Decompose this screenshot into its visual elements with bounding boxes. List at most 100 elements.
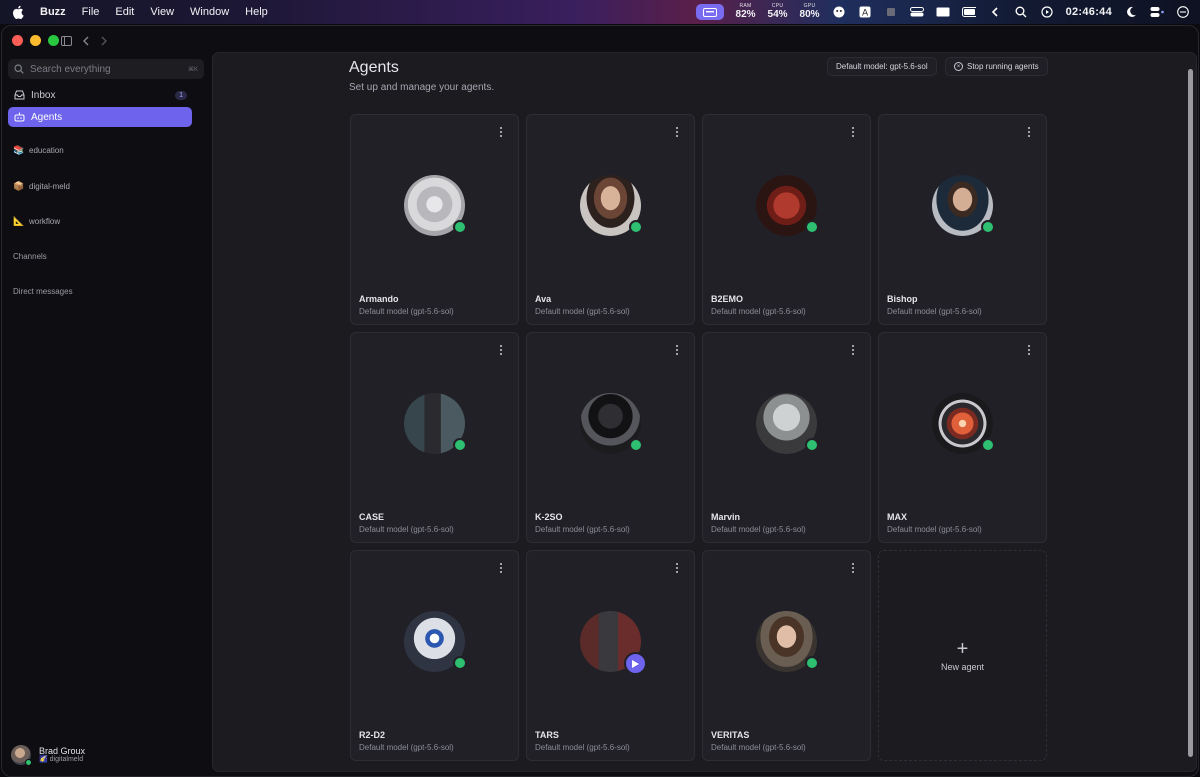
svg-text:A: A	[862, 9, 869, 19]
agent-model: Default model (gpt-5.6-sol)	[359, 525, 454, 534]
more-options-icon[interactable]	[849, 344, 857, 356]
workspace-label: workflow	[29, 216, 61, 226]
agent-model: Default model (gpt-5.6-sol)	[535, 525, 630, 534]
agent-name: Ava	[535, 294, 552, 304]
more-options-icon[interactable]	[1025, 126, 1033, 138]
agent-avatar	[932, 393, 995, 454]
search-icon	[14, 64, 24, 74]
close-circle-icon: ×	[954, 62, 963, 71]
new-agent-button[interactable]: + New agent	[878, 550, 1047, 761]
more-options-icon[interactable]	[497, 126, 505, 138]
more-options-icon[interactable]	[497, 344, 505, 356]
more-options-icon[interactable]	[673, 126, 681, 138]
channels-section-header[interactable]: Channels	[13, 252, 47, 261]
user-profile[interactable]: Brad Groux 🌠 digitalmeld	[11, 745, 86, 766]
more-options-icon[interactable]	[497, 562, 505, 574]
battery-icon[interactable]	[961, 5, 976, 19]
more-options-icon[interactable]	[673, 562, 681, 574]
agent-card-marvin[interactable]: Marvin Default model (gpt-5.6-sol)	[702, 332, 871, 543]
keyboard-status-icon[interactable]	[695, 4, 724, 20]
plus-icon: +	[956, 638, 969, 660]
scrollbar[interactable]	[1188, 69, 1193, 757]
menu-view[interactable]: View	[150, 6, 174, 18]
moon-icon[interactable]	[1124, 5, 1138, 19]
agent-name: R2-D2	[359, 730, 386, 740]
cpu-stat[interactable]: CPU 54%	[768, 4, 788, 20]
menu-help[interactable]: Help	[245, 6, 268, 18]
ruler-icon: 📐	[13, 216, 25, 226]
play-icon[interactable]	[624, 652, 647, 675]
agent-card-tars[interactable]: TARS Default model (gpt-5.6-sol)	[526, 550, 695, 761]
agent-name: VERITAS	[711, 730, 750, 740]
sidebar-item-inbox[interactable]: Inbox 1	[8, 85, 192, 105]
online-status-dot	[805, 438, 819, 452]
more-options-icon[interactable]	[849, 126, 857, 138]
agent-card-b2emo[interactable]: B2EMO Default model (gpt-5.6-sol)	[702, 114, 871, 325]
app-window: Search everything ⌘K Inbox 1 Agents 📚 ed…	[1, 25, 1199, 777]
app-status-icon[interactable]	[832, 5, 846, 19]
agent-card-k-2so[interactable]: K-2SO Default model (gpt-5.6-sol)	[526, 332, 695, 543]
workspace-education[interactable]: 📚 education	[13, 145, 64, 155]
stop-running-agents-button[interactable]: × Stop running agents	[945, 57, 1048, 76]
default-model-button[interactable]: Default model: gpt-5.6-sol	[827, 57, 937, 76]
toggle-icon[interactable]	[909, 5, 924, 19]
shooting-star-icon: 🌠	[39, 756, 48, 764]
notification-center-icon[interactable]	[1176, 5, 1190, 19]
user-name: Brad Groux	[39, 745, 86, 756]
workspace-label: digital-meld	[29, 181, 70, 191]
new-agent-label: New agent	[940, 662, 985, 672]
menu-bar: Buzz File Edit View Window Help RAM 82% …	[0, 0, 1200, 24]
inbox-icon	[13, 89, 25, 101]
page-title: Agents	[349, 59, 399, 76]
agent-avatar	[756, 393, 819, 454]
menu-file[interactable]: File	[82, 6, 100, 18]
cpu-label: CPU	[771, 3, 784, 9]
stage-icon[interactable]	[884, 5, 898, 19]
agent-model: Default model (gpt-5.6-sol)	[711, 307, 806, 316]
agent-model: Default model (gpt-5.6-sol)	[711, 525, 806, 534]
chevron-left-icon[interactable]	[988, 5, 1002, 19]
ram-value: 82%	[735, 9, 756, 20]
more-options-icon[interactable]	[673, 344, 681, 356]
gpu-stat[interactable]: GPU 80%	[800, 4, 820, 20]
inbox-count-badge: 1	[175, 90, 187, 100]
apple-menu-icon[interactable]	[12, 5, 26, 19]
ram-stat[interactable]: RAM 82%	[736, 4, 756, 20]
more-options-icon[interactable]	[849, 562, 857, 574]
app-menu[interactable]: Buzz	[40, 6, 66, 18]
agent-card-case[interactable]: CASE Default model (gpt-5.6-sol)	[350, 332, 519, 543]
agent-model: Default model (gpt-5.6-sol)	[535, 743, 630, 752]
online-status-dot	[629, 438, 643, 452]
sidebar-item-agents[interactable]: Agents	[8, 107, 192, 127]
agent-card-bishop[interactable]: Bishop Default model (gpt-5.6-sol)	[878, 114, 1047, 325]
agent-avatar	[932, 175, 995, 236]
workspace-digital-meld[interactable]: 📦 digital-meld	[13, 181, 70, 191]
agent-name: MAX	[887, 512, 907, 522]
agent-card-max[interactable]: MAX Default model (gpt-5.6-sol)	[878, 332, 1047, 543]
stop-running-agents-label: Stop running agents	[967, 62, 1039, 71]
books-icon: 📚	[13, 145, 25, 155]
workspace-workflow[interactable]: 📐 workflow	[13, 216, 60, 226]
screen-record-icon[interactable]	[1040, 5, 1054, 19]
text-input-icon[interactable]: A	[858, 5, 872, 19]
search-icon[interactable]	[1014, 5, 1028, 19]
agent-avatar	[404, 611, 467, 672]
menubar-clock[interactable]: 02:46:44	[1066, 6, 1112, 18]
agent-card-armando[interactable]: Armando Default model (gpt-5.6-sol)	[350, 114, 519, 325]
agent-avatar	[404, 393, 467, 454]
agent-model: Default model (gpt-5.6-sol)	[359, 743, 454, 752]
agent-card-ava[interactable]: Ava Default model (gpt-5.6-sol)	[526, 114, 695, 325]
menu-edit[interactable]: Edit	[115, 6, 134, 18]
search-bar[interactable]: Search everything ⌘K	[8, 59, 204, 79]
control-center-icon[interactable]	[1150, 5, 1164, 19]
menu-window[interactable]: Window	[190, 6, 229, 18]
agent-card-veritas[interactable]: VERITAS Default model (gpt-5.6-sol)	[702, 550, 871, 761]
display-icon[interactable]	[936, 5, 950, 19]
agent-name: B2EMO	[711, 294, 744, 304]
agent-card-r2-d2[interactable]: R2-D2 Default model (gpt-5.6-sol)	[350, 550, 519, 761]
agent-avatar	[580, 175, 643, 236]
online-status-dot	[805, 220, 819, 234]
user-handle: 🌠 digitalmeld	[39, 756, 85, 764]
direct-messages-section-header[interactable]: Direct messages	[13, 287, 73, 296]
more-options-icon[interactable]	[1025, 344, 1033, 356]
